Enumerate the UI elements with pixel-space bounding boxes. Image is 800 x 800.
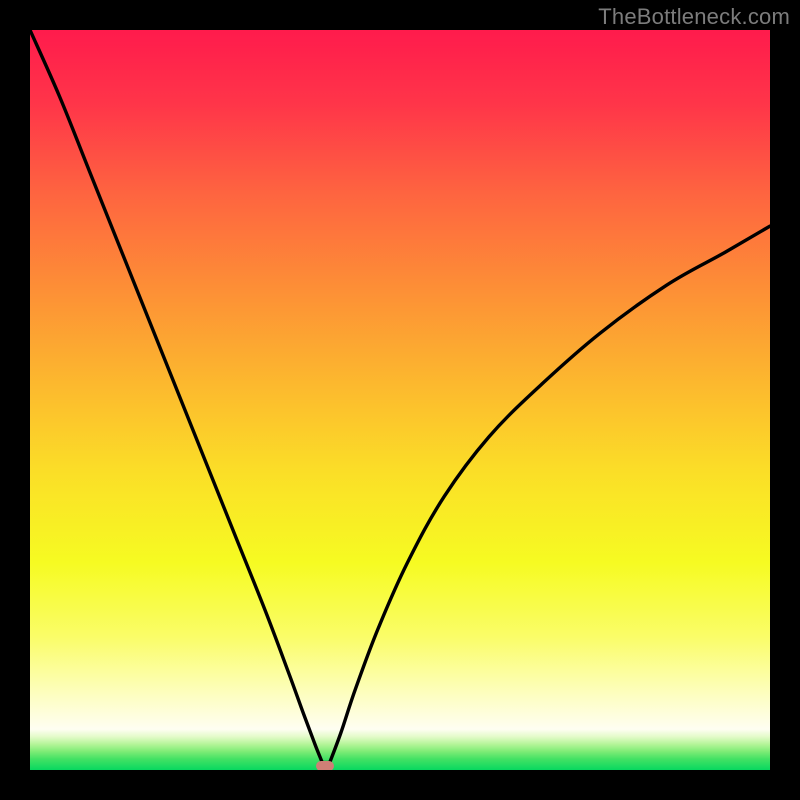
watermark-text: TheBottleneck.com	[598, 4, 790, 30]
curve-right-branch	[330, 226, 770, 763]
minimum-marker	[316, 761, 334, 770]
outer-frame: TheBottleneck.com	[0, 0, 800, 800]
curve-left-branch	[30, 30, 322, 763]
plot-area	[30, 30, 770, 770]
bottleneck-curve	[30, 30, 770, 770]
